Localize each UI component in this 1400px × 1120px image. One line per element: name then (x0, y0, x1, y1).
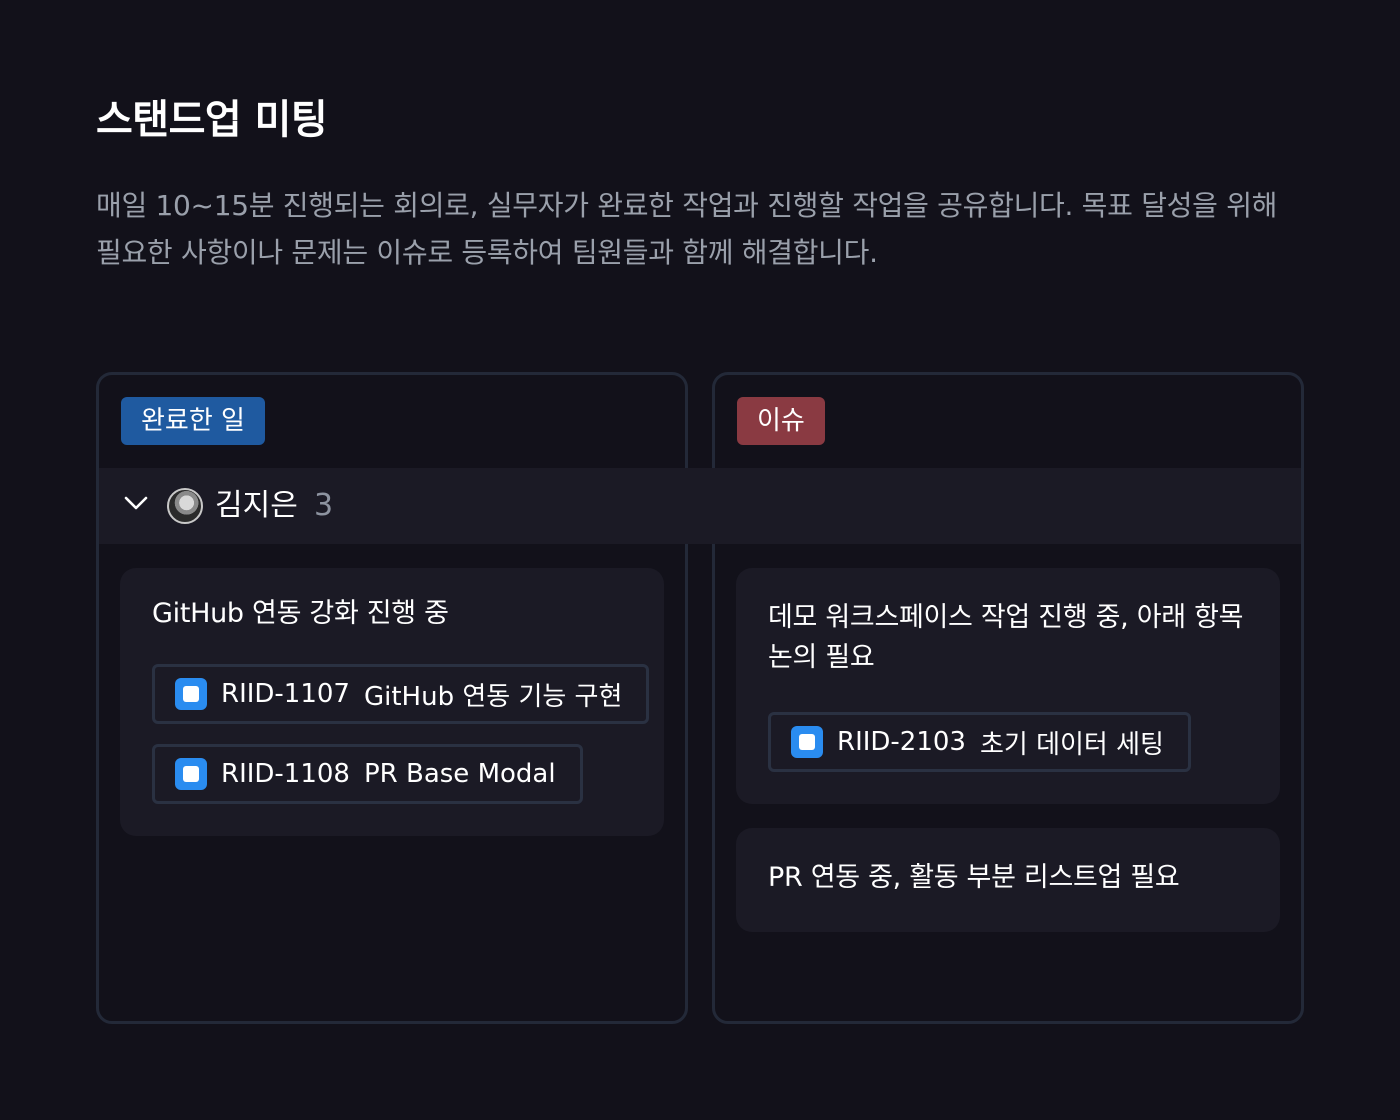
done-card[interactable]: GitHub 연동 강화 진행 중 RIID-1107 GitHub 연동 기능… (120, 568, 664, 836)
card-title: PR 연동 중, 활동 부분 리스트업 필요 (768, 862, 1180, 893)
issue-card[interactable]: 데모 워크스페이스 작업 진행 중, 아래 항목 논의 필요 RIID-2103… (736, 568, 1280, 804)
issue-type-icon (175, 678, 207, 710)
card-title-line-2: 논의 필요 (768, 642, 875, 673)
issue-label: GitHub 연동 기능 구현 (363, 681, 623, 712)
issue-column-label: 이슈 (737, 397, 825, 445)
issue-key: RIID-2103 (837, 727, 966, 757)
issue-key: RIID-1107 (221, 679, 350, 709)
standup-meeting-page: 스탠드업 미팅 매일 10~15분 진행되는 회의로, 실무자가 완료한 작업과… (0, 0, 1400, 1120)
done-column-label: 완료한 일 (121, 397, 265, 445)
member-name: 김지은 (215, 488, 298, 523)
issue-type-icon (175, 758, 207, 790)
chevron-down-icon[interactable] (123, 494, 149, 512)
member-group-header[interactable]: 김지은 3 (99, 468, 1301, 544)
issue-label: 초기 데이터 세팅 (979, 729, 1164, 760)
page-description: 매일 10~15분 진행되는 회의로, 실무자가 완료한 작업과 진행할 작업을… (96, 189, 1278, 269)
issue-chip[interactable]: RIID-2103 초기 데이터 세팅 (768, 712, 1191, 772)
issue-type-icon (791, 726, 823, 758)
member-item-count: 3 (314, 488, 334, 523)
issue-chip[interactable]: RIID-1107 GitHub 연동 기능 구현 (152, 664, 650, 724)
card-title: GitHub 연동 강화 진행 중 (152, 598, 449, 629)
issue-label: PR Base Modal (363, 759, 556, 789)
page-title: 스탠드업 미팅 (96, 97, 328, 143)
issue-key: RIID-1108 (221, 759, 350, 789)
card-title-line-1: 데모 워크스페이스 작업 진행 중, 아래 항목 (768, 602, 1244, 633)
issue-card[interactable]: PR 연동 중, 활동 부분 리스트업 필요 (736, 828, 1280, 932)
issue-chip[interactable]: RIID-1108 PR Base Modal (152, 744, 583, 804)
avatar (167, 488, 203, 524)
